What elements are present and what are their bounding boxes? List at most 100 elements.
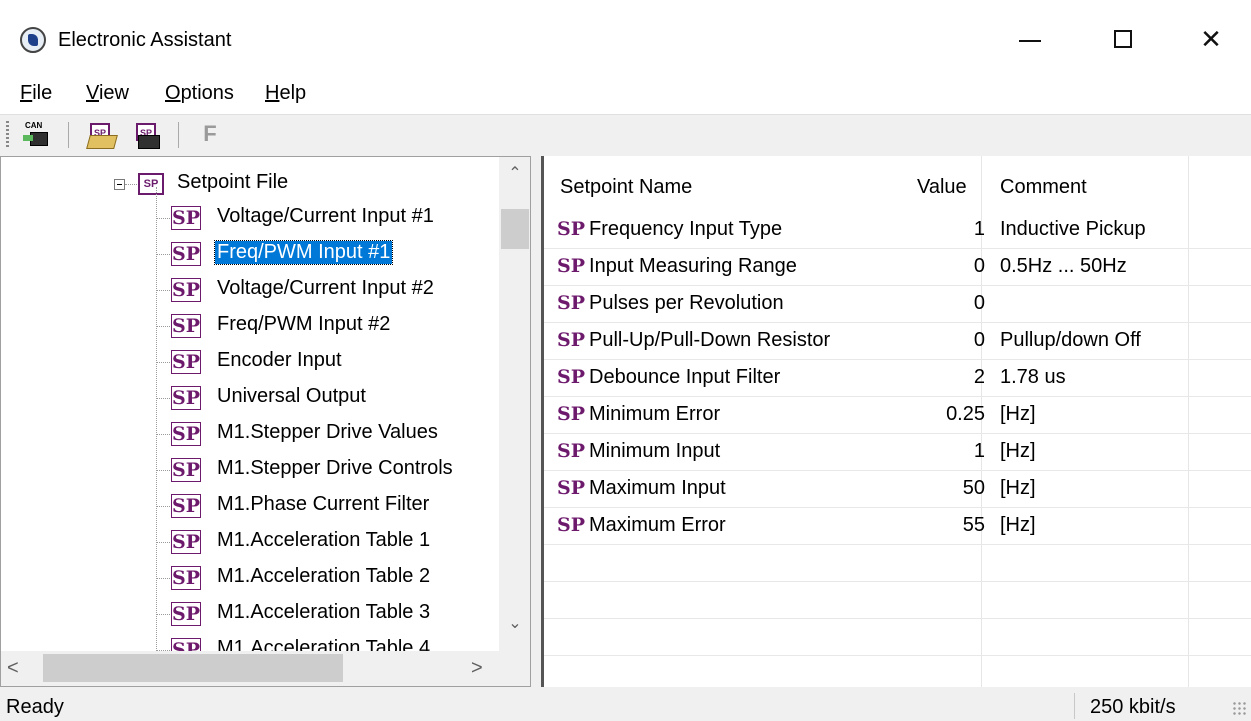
scroll-down-icon[interactable]: ⌄ (499, 613, 530, 643)
setpoint-icon: SP (171, 242, 201, 266)
tree-connector (156, 542, 170, 543)
setpoint-comment: [Hz] (1000, 440, 1036, 462)
status-text: Ready (6, 696, 64, 718)
tree-item[interactable]: SP Voltage/Current Input #1 (1, 201, 501, 235)
menu-help[interactable]: Help (265, 82, 306, 105)
menu-bar: File View Options Help (0, 76, 1251, 114)
save-disk-icon (138, 135, 160, 149)
setpoint-icon: SP (171, 530, 201, 554)
scroll-up-icon[interactable]: ⌃ (499, 163, 530, 193)
close-button[interactable]: ✕ (1188, 20, 1234, 60)
setpoint-value[interactable]: 50 (963, 477, 985, 500)
setpoint-icon: SP (171, 458, 201, 482)
minimize-button[interactable] (1007, 20, 1053, 60)
setpoint-value[interactable]: 1 (974, 218, 985, 241)
setpoint-icon: SP (171, 494, 201, 518)
setpoint-value[interactable]: 2 (974, 366, 985, 389)
tree-item-label: Freq/PWM Input #2 (217, 313, 391, 335)
tree-item[interactable]: SP M1.Phase Current Filter (1, 489, 501, 523)
tree-item[interactable]: SP Encoder Input (1, 345, 501, 379)
setpoint-grid[interactable]: Setpoint Name Value Comment SP Frequency … (541, 156, 1251, 687)
collapse-icon[interactable] (114, 179, 125, 190)
setpoint-icon: SP (171, 422, 201, 446)
menu-view[interactable]: View (86, 82, 129, 105)
scroll-thumb[interactable] (43, 654, 343, 682)
header-setpoint-name[interactable]: Setpoint Name (560, 176, 692, 199)
tree-item[interactable]: SP M1.Acceleration Table 3 (1, 597, 501, 631)
tree-vertical-scrollbar[interactable]: ⌃ ⌄ (499, 157, 530, 651)
tree-item[interactable]: SP M1.Acceleration Table 1 (1, 525, 501, 559)
tree-item-label: Voltage/Current Input #1 (217, 205, 434, 227)
flash-button[interactable]: F (195, 121, 225, 149)
setpoint-name-cell: SP Pulses per Revolution (557, 292, 784, 315)
tree-connector (156, 218, 170, 219)
scroll-left-icon[interactable]: < (7, 657, 19, 680)
setpoint-value[interactable]: 1 (974, 440, 985, 463)
tree-connector (156, 362, 170, 363)
table-row[interactable]: SP Frequency Input Type 1 Inductive Pickup (544, 212, 1251, 249)
tree-root-label: Setpoint File (177, 171, 289, 193)
scroll-corner (499, 651, 530, 686)
setpoint-value[interactable]: 0 (974, 292, 985, 315)
table-row[interactable]: SP Minimum Error 0.25 [Hz] (544, 397, 1251, 434)
tree-item[interactable]: SP Freq/PWM Input #1 (1, 237, 501, 271)
save-setpoint-file-button[interactable]: SP (132, 121, 162, 149)
tree-item[interactable]: SP M1.Stepper Drive Values (1, 417, 501, 451)
setpoint-icon: SP (557, 218, 586, 240)
table-row[interactable]: SP Maximum Input 50 [Hz] (544, 471, 1251, 508)
toolbar-grip[interactable] (6, 121, 9, 149)
setpoint-value[interactable]: 0 (974, 255, 985, 278)
scroll-thumb[interactable] (501, 209, 529, 249)
header-comment[interactable]: Comment (1000, 176, 1087, 199)
app-icon[interactable] (20, 27, 46, 53)
setpoint-icon: SP (171, 386, 201, 410)
status-separator (1074, 693, 1075, 719)
maximize-button[interactable] (1100, 20, 1146, 60)
scroll-right-icon[interactable]: > (471, 657, 483, 680)
tree-horizontal-scrollbar[interactable]: < > (1, 651, 499, 686)
tree-item-label: Voltage/Current Input #2 (217, 277, 434, 299)
setpoint-comment: Inductive Pickup (1000, 218, 1146, 240)
table-row[interactable]: SP Pulses per Revolution 0 (544, 286, 1251, 323)
setpoint-icon: SP (557, 255, 586, 277)
tree-item[interactable]: SP Universal Output (1, 381, 501, 415)
setpoint-comment: 0.5Hz ... 50Hz (1000, 255, 1127, 277)
menu-file[interactable]: File (20, 82, 52, 105)
panel-splitter[interactable] (531, 156, 541, 687)
setpoint-icon: SP (557, 477, 586, 499)
resize-grip[interactable] (1232, 701, 1246, 715)
table-row[interactable]: SP Maximum Error 55 [Hz] (544, 508, 1251, 545)
tree-connector (156, 434, 170, 435)
header-value[interactable]: Value (917, 176, 967, 199)
setpoint-icon: SP (171, 602, 201, 626)
setpoint-icon: SP (557, 403, 586, 425)
menu-options[interactable]: Options (165, 82, 234, 105)
setpoint-comment: 1.78 us (1000, 366, 1066, 388)
tree-item[interactable]: SP M1.Acceleration Table 2 (1, 561, 501, 595)
can-connect-button[interactable]: CAN (20, 121, 50, 149)
table-row[interactable]: SP Input Measuring Range 0 0.5Hz ... 50Hz (544, 249, 1251, 286)
tree-item[interactable]: SP Voltage/Current Input #2 (1, 273, 501, 307)
table-row[interactable]: SP Pull-Up/Pull-Down Resistor 0 Pullup/down… (544, 323, 1251, 360)
table-row[interactable] (544, 619, 1251, 656)
tree-item[interactable]: SP Freq/PWM Input #2 (1, 309, 501, 343)
setpoint-name: Input Measuring Range (589, 255, 797, 277)
setpoint-value[interactable]: 0.25 (946, 403, 985, 426)
open-setpoint-file-button[interactable]: SP (86, 121, 118, 149)
tree-item[interactable]: SP M1.Stepper Drive Controls (1, 453, 501, 487)
setpoint-name-cell: SP Frequency Input Type (557, 218, 782, 241)
table-row[interactable]: SP Debounce Input Filter 2 1.78 us (544, 360, 1251, 397)
setpoint-icon: SP (557, 514, 586, 536)
table-row[interactable] (544, 545, 1251, 582)
title-bar: Electronic Assistant ✕ (0, 0, 1251, 76)
setpoint-value[interactable]: 0 (974, 329, 985, 352)
setpoint-value[interactable]: 55 (963, 514, 985, 537)
tree-root-setpoint-file[interactable]: SP Setpoint File (1, 167, 501, 201)
tree-item-label: M1.Acceleration Table 3 (217, 601, 431, 623)
setpoint-tree[interactable]: SP Setpoint File SP Voltage/Current Input… (0, 156, 531, 687)
table-row[interactable]: SP Minimum Input 1 [Hz] (544, 434, 1251, 471)
sp-file-icon: SP (138, 173, 164, 195)
table-row[interactable] (544, 582, 1251, 619)
tree-item-label: Freq/PWM Input #1 (213, 240, 394, 265)
setpoint-comment: [Hz] (1000, 514, 1036, 536)
